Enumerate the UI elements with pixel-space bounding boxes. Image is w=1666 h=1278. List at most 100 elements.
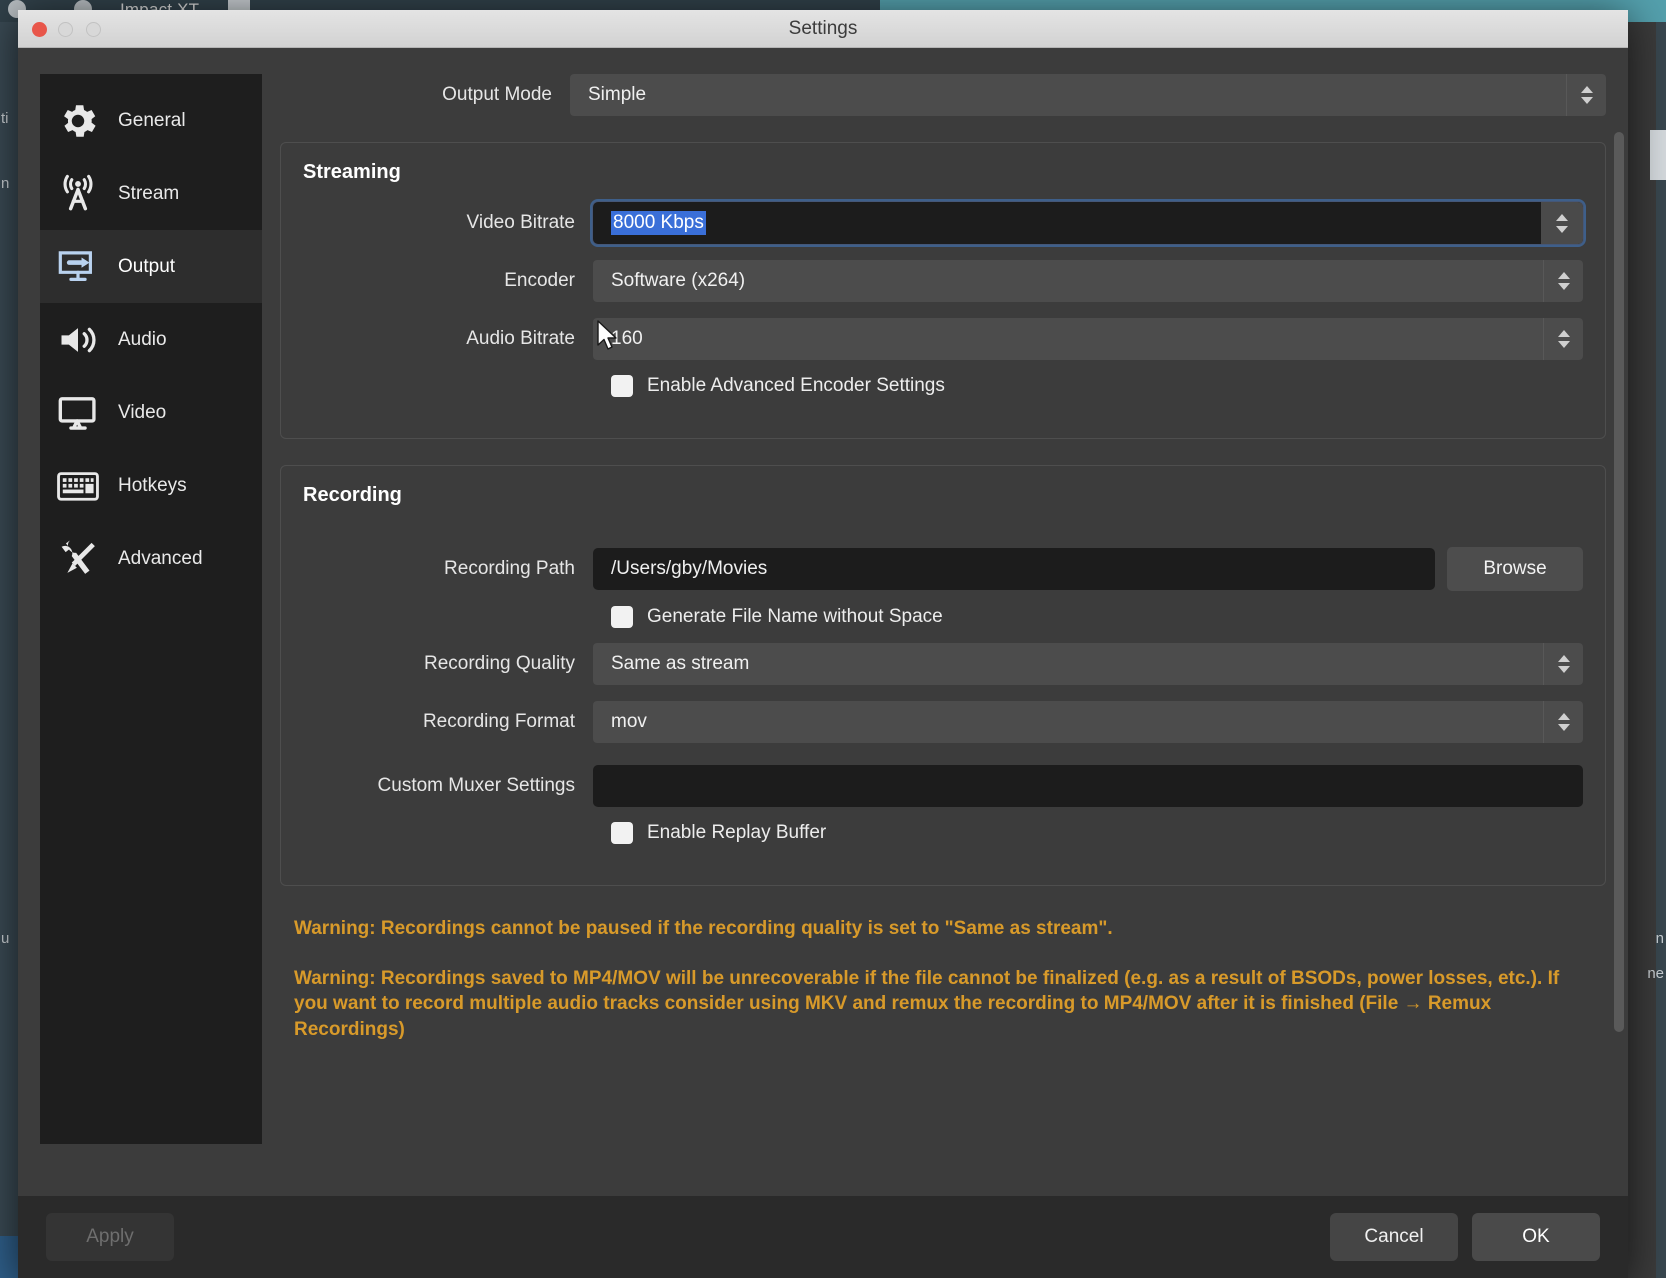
chevron-up-icon: [1557, 272, 1570, 279]
advanced-encoder-checkbox[interactable]: [611, 375, 633, 397]
audio-bitrate-stepper[interactable]: [1543, 318, 1583, 360]
sidebar-item-stream[interactable]: Stream: [40, 157, 262, 230]
sidebar-item-advanced[interactable]: Advanced: [40, 522, 262, 595]
recording-quality-row: Recording Quality Same as stream: [303, 643, 1583, 685]
chevron-down-icon: [1557, 283, 1570, 290]
advanced-encoder-label: Enable Advanced Encoder Settings: [647, 375, 945, 396]
background-right-text-2: ne: [1647, 965, 1664, 982]
chevron-down-icon: [1580, 97, 1593, 104]
chevron-up-icon: [1556, 213, 1568, 221]
background-left-text-1: ti: [1, 110, 9, 127]
sidebar-item-label: Video: [118, 401, 167, 423]
gear-icon: [52, 98, 104, 144]
recording-format-value: mov: [611, 711, 647, 732]
ok-button[interactable]: OK: [1472, 1213, 1600, 1261]
recording-path-label: Recording Path: [444, 558, 575, 579]
sidebar-item-video[interactable]: Video: [40, 376, 262, 449]
broadcast-icon: [52, 171, 104, 217]
minimize-window-button[interactable]: [58, 22, 73, 37]
sidebar-item-label: Stream: [118, 182, 180, 204]
recording-path-input[interactable]: /Users/gby/Movies: [593, 548, 1435, 590]
cancel-button[interactable]: Cancel: [1330, 1213, 1458, 1261]
replay-buffer-row[interactable]: Enable Replay Buffer: [303, 807, 1583, 859]
recording-path-value: /Users/gby/Movies: [611, 558, 768, 579]
sidebar-item-label: Output: [118, 255, 176, 277]
dialog-titlebar[interactable]: Settings: [18, 10, 1628, 48]
audio-bitrate-row: Audio Bitrate 160: [303, 318, 1583, 360]
apply-button[interactable]: Apply: [46, 1213, 174, 1261]
encoder-label: Encoder: [504, 270, 575, 291]
custom-muxer-input[interactable]: [593, 765, 1583, 807]
background-right-strip: [1656, 22, 1666, 1278]
recording-quality-stepper[interactable]: [1543, 643, 1583, 685]
encoder-stepper[interactable]: [1543, 260, 1583, 302]
video-bitrate-label: Video Bitrate: [466, 212, 575, 233]
recording-format-label: Recording Format: [422, 711, 575, 732]
recording-quality-value: Same as stream: [611, 653, 750, 674]
recording-quality-label: Recording Quality: [423, 653, 575, 674]
chevron-down-icon: [1557, 724, 1570, 731]
output-mode-row: Output Mode Simple: [280, 74, 1606, 116]
audio-bitrate-value: 160: [611, 328, 643, 349]
generate-no-space-row[interactable]: Generate File Name without Space: [303, 591, 1583, 643]
warnings-container: Warning: Recordings cannot be paused if …: [280, 916, 1606, 1043]
close-window-button[interactable]: [32, 22, 47, 37]
dialog-title: Settings: [788, 17, 858, 39]
replay-buffer-label: Enable Replay Buffer: [647, 822, 827, 843]
generate-no-space-checkbox[interactable]: [611, 606, 633, 628]
output-mode-stepper[interactable]: [1566, 74, 1606, 116]
chevron-up-icon: [1557, 713, 1570, 720]
background-left-text-3: u: [1, 930, 10, 947]
advanced-encoder-row[interactable]: Enable Advanced Encoder Settings: [303, 360, 1583, 412]
settings-sidebar: General Stream Output Audio Video Hotkey…: [40, 74, 262, 1144]
audio-bitrate-select[interactable]: 160: [593, 318, 1583, 360]
video-bitrate-value: 8000 Kbps: [611, 211, 706, 235]
sidebar-item-label: Advanced: [118, 547, 203, 569]
dialog-body: General Stream Output Audio Video Hotkey…: [18, 48, 1628, 1196]
sidebar-item-label: General: [118, 109, 186, 131]
content-scrollbar-thumb[interactable]: [1614, 132, 1624, 1032]
background-left-strip: [0, 22, 18, 1278]
keyboard-icon: [52, 463, 104, 509]
sidebar-item-label: Audio: [118, 328, 167, 350]
recording-format-row: Recording Format mov: [303, 701, 1583, 743]
recording-group-title: Recording: [303, 484, 402, 506]
custom-muxer-label: Custom Muxer Settings: [377, 775, 575, 796]
encoder-value: Software (x264): [611, 270, 746, 291]
recording-quality-select[interactable]: Same as stream: [593, 643, 1583, 685]
chevron-up-icon: [1580, 86, 1593, 93]
output-mode-select[interactable]: Simple: [570, 74, 1606, 116]
sidebar-item-audio[interactable]: Audio: [40, 303, 262, 376]
background-right-text-1: n: [1655, 930, 1664, 947]
sidebar-item-label: Hotkeys: [118, 474, 187, 496]
chevron-down-icon: [1557, 341, 1570, 348]
maximize-window-button[interactable]: [86, 22, 101, 37]
output-mode-label: Output Mode: [442, 84, 552, 105]
chevron-down-icon: [1557, 666, 1570, 673]
background-right-panel: [1650, 130, 1666, 180]
generate-no-space-label: Generate File Name without Space: [647, 606, 943, 627]
sidebar-item-hotkeys[interactable]: Hotkeys: [40, 449, 262, 522]
recording-format-stepper[interactable]: [1543, 701, 1583, 743]
background-left-text-2: n: [1, 175, 10, 192]
encoder-row: Encoder Software (x264): [303, 260, 1583, 302]
video-bitrate-input[interactable]: 8000 Kbps: [590, 199, 1586, 247]
recording-group: Recording Recording Path /Users/gby/Movi…: [280, 465, 1606, 886]
video-bitrate-stepper[interactable]: [1541, 202, 1583, 244]
speaker-icon: [52, 317, 104, 363]
dialog-footer: Apply Cancel OK: [18, 1196, 1628, 1278]
tools-icon: [52, 536, 104, 582]
custom-muxer-row: Custom Muxer Settings: [303, 765, 1583, 807]
sidebar-item-general[interactable]: General: [40, 84, 262, 157]
output-icon: [52, 244, 104, 290]
recording-format-select[interactable]: mov: [593, 701, 1583, 743]
chevron-down-icon: [1556, 225, 1568, 233]
encoder-select[interactable]: Software (x264): [593, 260, 1583, 302]
chevron-up-icon: [1557, 330, 1570, 337]
audio-bitrate-label: Audio Bitrate: [466, 328, 575, 349]
browse-button[interactable]: Browse: [1447, 547, 1583, 591]
warning-text-2: Warning: Recordings saved to MP4/MOV wil…: [294, 967, 1560, 1040]
sidebar-item-output[interactable]: Output: [40, 230, 262, 303]
chevron-up-icon: [1557, 655, 1570, 662]
replay-buffer-checkbox[interactable]: [611, 822, 633, 844]
